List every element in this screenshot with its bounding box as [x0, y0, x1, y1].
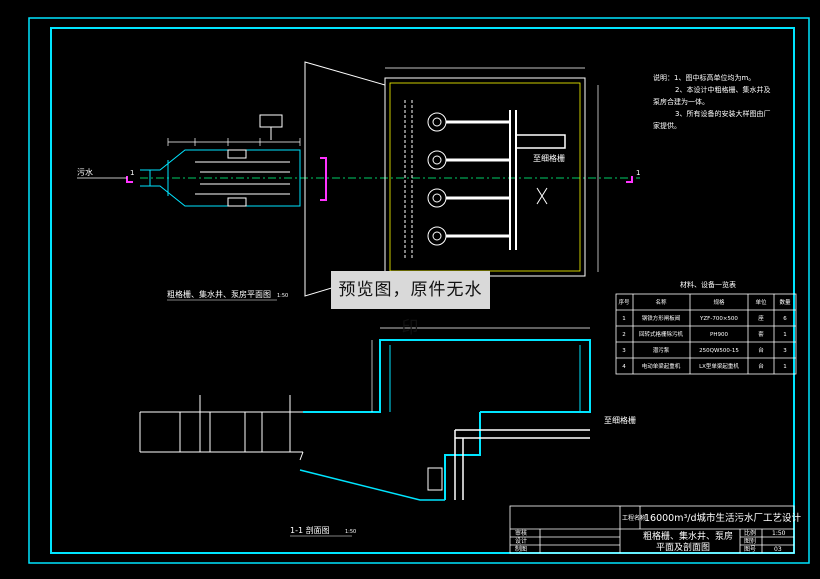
table-cell: 套 [758, 330, 764, 338]
sloped-bottom [299, 469, 445, 501]
table-header-spec: 规格 [713, 298, 725, 306]
pumps [427, 110, 566, 250]
table-cell: 250QW500-15 [699, 348, 739, 354]
table-cell: 1 [783, 364, 787, 370]
table-title: 材料、设备一览表 [680, 280, 736, 289]
table-cell: 6 [783, 316, 787, 322]
note-line-1: 说明：1、图中标高单位均为m。 [653, 73, 755, 82]
plan-dim-top [167, 138, 301, 146]
plan-view [140, 61, 640, 297]
number-label: 图号 [744, 546, 756, 553]
note-line-2: 2、本设计中粗格栅、集水井及 [675, 85, 770, 94]
section-mark-left: 1 [130, 169, 134, 177]
sheet-label: 图别 [744, 537, 756, 545]
pump-room-section [303, 339, 591, 413]
table-header-qty: 数量 [779, 298, 791, 306]
number-value: 03 [774, 546, 782, 553]
section-pump [427, 467, 443, 491]
note-line-5: 家提供。 [653, 121, 681, 130]
x-mark [536, 187, 548, 205]
scale-value: 1:50 [772, 530, 786, 537]
notes: 说明：1、图中标高单位均为m。 2、本设计中粗格栅、集水井及 泵房合建为一体。 … [653, 73, 770, 130]
project-label: 工程名称 [622, 514, 646, 522]
drawing-name-1: 粗格栅、集水井、泵房 [643, 530, 733, 542]
table-cell: 4 [622, 364, 626, 370]
table-cell: 回转式格栅除污机 [639, 330, 684, 338]
equipment-table: 材料、设备一览表 序号 名称 规格 单位 数量 1 钢铁方形闸板阀 YZF-70… [615, 280, 797, 375]
to-fine-screen-label-top: 至细格栅 [533, 153, 565, 163]
table-cell: YZF-700×500 [699, 316, 738, 322]
hoist-box [259, 114, 283, 128]
title-block: 工程名称 16000m³/d城市生活污水厂工艺设计 粗格栅、集水井、泵房 平面及… [509, 505, 802, 554]
designer-label: 设计 [515, 537, 527, 545]
reviewer-label: 审核 [515, 529, 527, 537]
table-cell: 3 [783, 348, 787, 354]
table-header-name: 名称 [655, 298, 667, 306]
table-cell: 座 [758, 314, 764, 322]
table-cell: LX型单梁起重机 [699, 362, 739, 370]
table-cell: 3 [622, 348, 626, 354]
table-cell: 潜污泵 [653, 346, 670, 354]
table-cell: 1 [783, 332, 787, 338]
table-cell: 台 [758, 362, 764, 370]
section-title: 1-1 剖面图 [290, 525, 330, 535]
drafter-label: 制图 [515, 545, 527, 553]
plan-scale: 1:50 [277, 293, 288, 299]
table-header-no: 序号 [618, 298, 630, 306]
section-scale: 1:50 [345, 529, 356, 535]
inflow-label: 污水 [77, 167, 93, 177]
wet-well [304, 61, 386, 297]
table-cell: 电动单梁起重机 [642, 362, 681, 370]
table-cell: 1 [622, 316, 626, 322]
table-cell: 钢铁方形闸板阀 [642, 314, 681, 322]
pump-room-outer [384, 77, 586, 277]
section-view [139, 327, 591, 501]
pump-room-inner [389, 82, 581, 272]
scale-label: 比例 [744, 529, 756, 537]
table-cell: 台 [758, 346, 764, 354]
section-mark-right: 1 [636, 169, 640, 177]
table-header-unit: 单位 [755, 298, 767, 306]
note-line-3: 泵房合建为一体。 [653, 97, 709, 106]
to-fine-screen-label-bottom: 至细格栅 [604, 415, 636, 425]
preview-watermark: 预览图，原件无水印 [331, 271, 490, 338]
drawing-name-2: 平面及剖面图 [656, 541, 710, 553]
table-cell: 2 [622, 332, 626, 338]
project-name: 16000m³/d城市生活污水厂工艺设计 [644, 512, 802, 524]
table-cell: PH900 [710, 332, 728, 338]
note-line-4: 3、所有设备的安装大样图由厂 [675, 109, 770, 118]
plan-title: 粗格栅、集水井、泵房平面图 [167, 289, 271, 299]
